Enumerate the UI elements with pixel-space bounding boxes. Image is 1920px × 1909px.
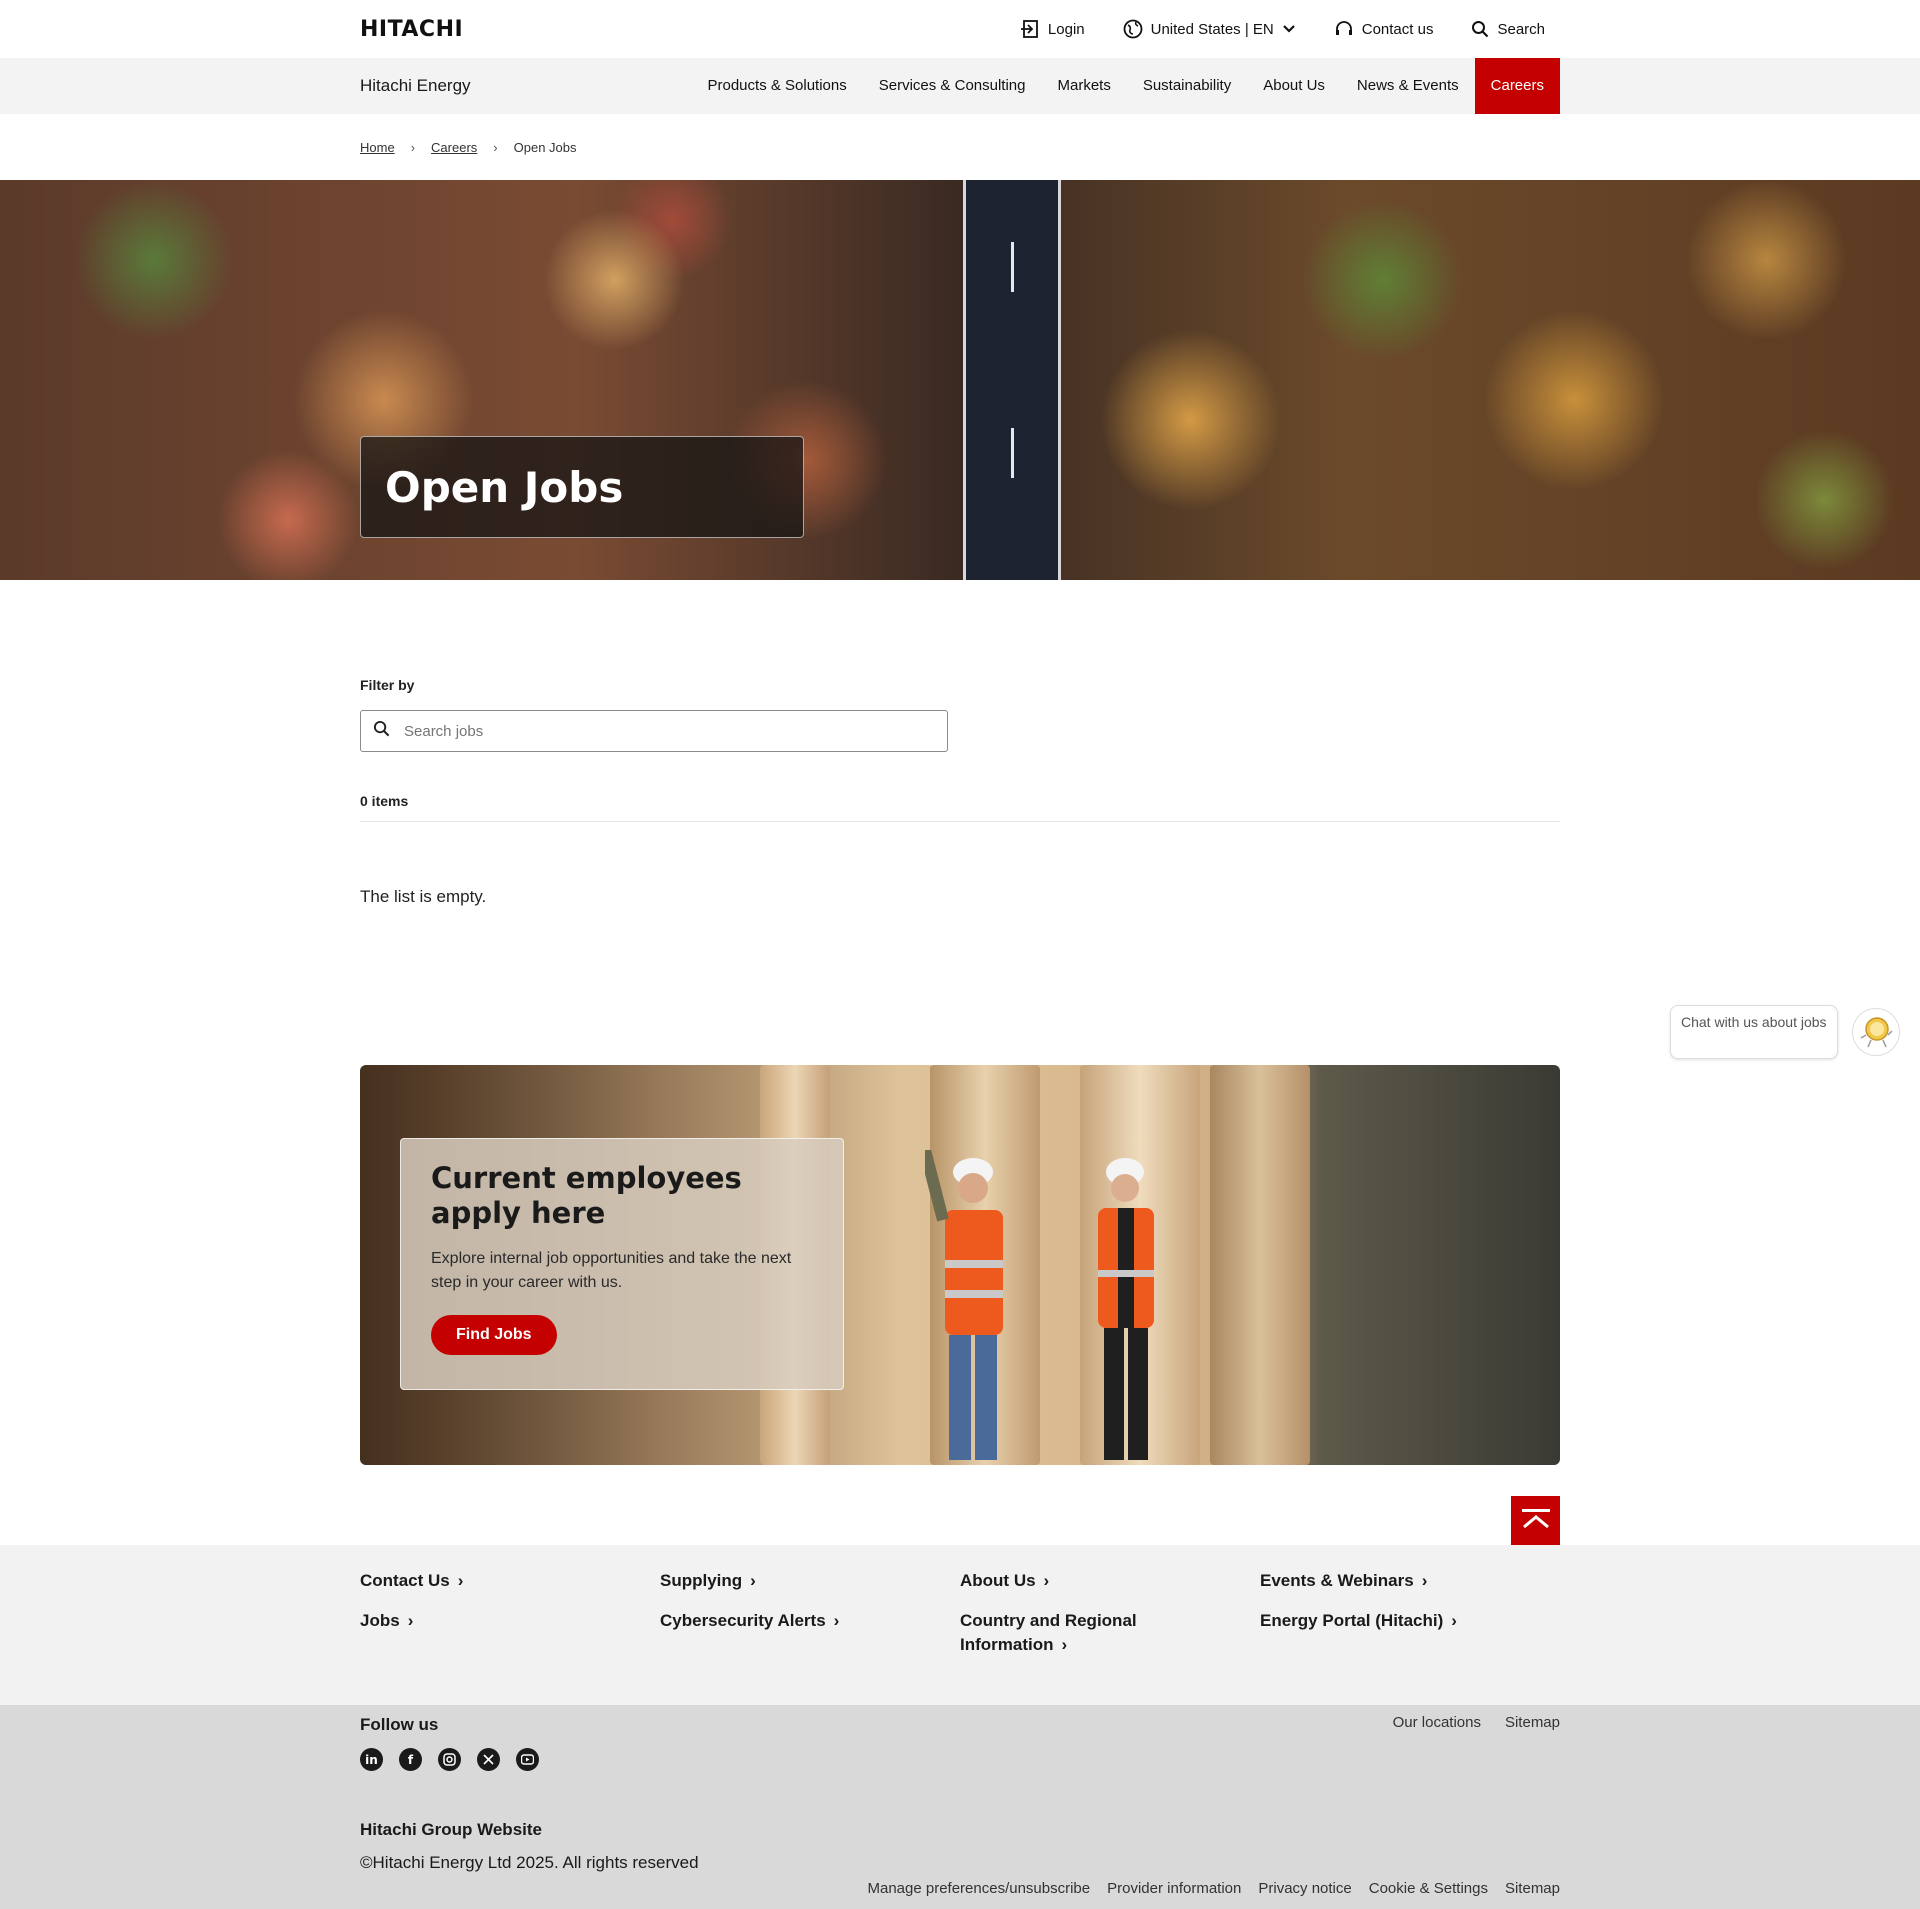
copyright-text: ©Hitachi Energy Ltd 2025. All rights res… [360,1853,699,1872]
arrow-up-icon [1520,1507,1552,1534]
road-line [1011,242,1014,292]
headset-icon [1334,19,1354,39]
footer-link-label: Supplying [660,1571,743,1590]
search-jobs-input[interactable] [402,721,947,741]
contact-label: Contact us [1361,20,1434,38]
nav-markets[interactable]: Markets [1041,58,1126,114]
search-icon [1471,20,1489,38]
back-to-top-button[interactable] [1511,1496,1560,1545]
nav-sustainability[interactable]: Sustainability [1127,58,1247,114]
contact-link[interactable]: Contact us [1334,19,1434,39]
hitachi-group-website-link[interactable]: Hitachi Group Website [360,1820,542,1840]
sitemap-legal-link[interactable]: Sitemap [1505,1880,1560,1897]
worker-woman-image [1080,1150,1170,1465]
employees-promo-banner: Current employees apply here Explore int… [360,1065,1560,1465]
breadcrumb-home[interactable]: Home [360,140,395,155]
brand-name[interactable]: Hitachi Energy [360,76,471,96]
search-link[interactable]: Search [1471,20,1545,38]
footer-link-about-us[interactable]: About Us › [960,1569,1260,1593]
breadcrumb-careers[interactable]: Careers [431,140,477,155]
youtube-icon[interactable] [516,1748,539,1771]
chat-prompt[interactable]: Chat with us about jobs [1670,1005,1838,1059]
filter-label: Filter by [360,677,415,693]
chevron-right-icon: › [1421,1571,1428,1590]
footer-link-label: Energy Portal (Hitachi) [1260,1611,1444,1630]
hitachi-logo[interactable]: HITACHI [360,17,463,42]
footer-link-label: Contact Us [360,1571,450,1590]
chevron-right-icon: › [1061,1635,1068,1654]
nav-careers[interactable]: Careers [1474,58,1560,114]
chat-widget[interactable]: Chat with us about jobs [1670,1005,1900,1059]
promo-card: Current employees apply here Explore int… [400,1138,844,1390]
footer-link-country-info[interactable]: Country and Regional Information › [960,1609,1160,1657]
breadcrumb-separator-icon: › [493,139,498,155]
hero-banner: Open Jobs [0,180,1920,580]
cookie-settings-link[interactable]: Cookie & Settings [1369,1880,1488,1897]
chevron-right-icon: › [833,1611,840,1630]
footer-link-cybersecurity[interactable]: Cybersecurity Alerts › [660,1609,960,1633]
footer-link-label: Cybersecurity Alerts [660,1611,826,1630]
footer-link-label: Events & Webinars [1260,1571,1414,1590]
region-label: United States | EN [1150,20,1274,38]
social-links: in f [360,1748,539,1771]
worker-man-image [919,1148,1020,1465]
footer-link-supplying[interactable]: Supplying › [660,1569,960,1593]
paper-roll-image [1210,1065,1310,1465]
find-jobs-button[interactable]: Find Jobs [431,1315,557,1355]
chevron-right-icon: › [457,1571,464,1590]
promo-description: Explore internal job opportunities and t… [431,1250,792,1291]
road-line [1011,428,1014,478]
footer-link-label: About Us [960,1571,1036,1590]
region-selector[interactable]: United States | EN [1123,19,1296,39]
search-icon [373,720,390,742]
chevron-right-icon: › [1043,1571,1050,1590]
search-jobs-field[interactable] [360,710,948,752]
chevron-down-icon [1282,22,1296,36]
breadcrumb: Home › Careers › Open Jobs [360,114,1560,180]
globe-icon [1123,19,1143,39]
job-filter-section: Filter by 0 items The list is empty. [360,580,1560,907]
manage-preferences-link[interactable]: Manage preferences/unsubscribe [867,1880,1090,1897]
footer-link-label: Jobs [360,1611,400,1630]
facebook-icon[interactable]: f [399,1748,422,1771]
chevron-right-icon: › [407,1611,414,1630]
chevron-right-icon: › [750,1571,756,1590]
linkedin-icon[interactable]: in [360,1748,383,1771]
nav-news-events[interactable]: News & Events [1341,58,1475,114]
footer-link-label: Country and Regional Information [960,1611,1137,1654]
chevron-right-icon: › [1451,1611,1457,1630]
x-icon[interactable] [477,1748,500,1771]
footer-link-contact-us[interactable]: Contact Us › [360,1569,660,1593]
footer-link-energy-portal[interactable]: Energy Portal (Hitachi) › [1260,1609,1560,1633]
breadcrumb-current: Open Jobs [513,139,577,155]
results-count: 0 items [360,793,1560,822]
nav-about-us[interactable]: About Us [1247,58,1341,114]
nav-services-consulting[interactable]: Services & Consulting [863,58,1042,114]
login-link[interactable]: Login [1020,19,1085,39]
footer-bottom: Follow us in f Our locations Sitemap Hit… [0,1705,1920,1909]
page-title: Open Jobs [385,462,624,512]
follow-us-label: Follow us [360,1715,439,1734]
nav-products-solutions[interactable]: Products & Solutions [692,58,863,114]
privacy-notice-link[interactable]: Privacy notice [1258,1880,1351,1897]
promo-title: Current employees apply here [431,1161,742,1230]
footer-links: Contact Us › Jobs › Supplying › Cybersecuri… [0,1545,1920,1705]
footer-link-events-webinars[interactable]: Events & Webinars › [1260,1569,1560,1593]
chatbot-avatar-icon[interactable] [1852,1008,1900,1056]
hero-road-image [963,180,1061,580]
empty-list-message: The list is empty. [360,887,487,906]
main-nav: Hitachi Energy Products & Solutions Serv… [0,58,1920,114]
legal-links: Manage preferences/unsubscribe Provider … [867,1880,1560,1897]
login-label: Login [1047,20,1085,38]
hero-title-card: Open Jobs [360,436,804,538]
breadcrumb-separator-icon: › [410,139,416,155]
login-icon [1020,19,1040,39]
top-bar: HITACHI Login United States | EN Contact… [0,0,1920,58]
provider-information-link[interactable]: Provider information [1107,1880,1241,1897]
footer-link-jobs[interactable]: Jobs › [360,1609,660,1633]
instagram-icon[interactable] [438,1748,461,1771]
sitemap-link[interactable]: Sitemap [1505,1714,1560,1731]
search-label: Search [1497,20,1545,38]
our-locations-link[interactable]: Our locations [1393,1714,1481,1731]
